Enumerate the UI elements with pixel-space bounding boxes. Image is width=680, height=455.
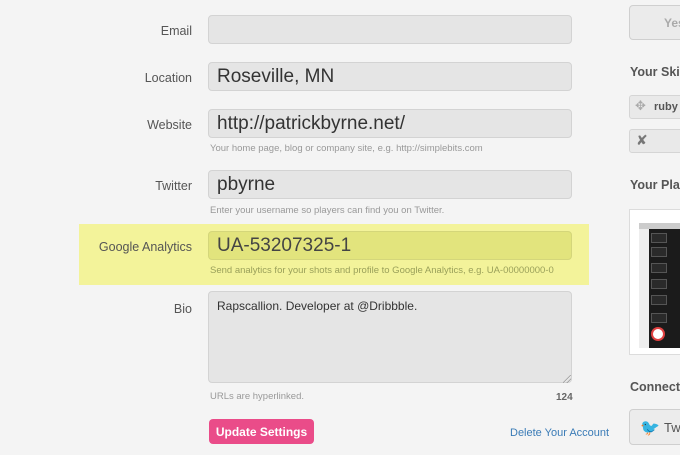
- twitter-field[interactable]: [208, 170, 572, 199]
- resize-grip-icon[interactable]: [563, 375, 571, 383]
- bio-field[interactable]: Rapscallion. Developer at @Dribbble.: [208, 291, 572, 383]
- delete-account-link[interactable]: Delete Your Account: [510, 427, 609, 439]
- email-field[interactable]: [208, 15, 572, 44]
- connections-title: Connecti: [630, 380, 680, 394]
- email-label: Email: [160, 24, 192, 38]
- twitter-hint: Enter your username so players can find …: [210, 205, 445, 216]
- website-label: Website: [147, 118, 192, 132]
- player-preview[interactable]: [629, 209, 680, 355]
- sidebar-top-button[interactable]: Yes: [629, 5, 680, 40]
- player-title: Your Play: [630, 178, 680, 192]
- twitter-connect-button[interactable]: 🐦 Tw: [629, 409, 680, 445]
- tools-icon: ✘: [636, 132, 648, 148]
- google-analytics-label: Google Analytics: [98, 240, 192, 254]
- skill-item-add[interactable]: ✘: [629, 129, 680, 153]
- move-icon: ✥: [635, 98, 646, 113]
- twitter-button-label: Tw: [664, 420, 680, 435]
- bio-char-count: 124: [556, 392, 573, 403]
- player-screenshot: [639, 223, 680, 348]
- sidebar-top-button-label: Yes: [664, 16, 680, 30]
- google-analytics-field[interactable]: [208, 231, 572, 260]
- twitter-label: Twitter: [155, 179, 192, 193]
- bio-hint: URLs are hyperlinked.: [210, 391, 304, 402]
- location-field[interactable]: [208, 62, 572, 91]
- update-settings-button[interactable]: Update Settings: [209, 419, 314, 444]
- website-field[interactable]: [208, 109, 572, 138]
- google-analytics-hint: Send analytics for your shots and profil…: [210, 265, 554, 276]
- skills-title: Your Skill: [630, 65, 680, 79]
- location-label: Location: [144, 71, 192, 85]
- skill-item-ruby[interactable]: ✥ ruby: [629, 95, 680, 119]
- skill-label: ruby: [654, 101, 678, 113]
- website-hint: Your home page, blog or company site, e.…: [210, 143, 483, 154]
- bio-label: Bio: [173, 302, 192, 316]
- twitter-bird-icon: 🐦: [640, 420, 660, 437]
